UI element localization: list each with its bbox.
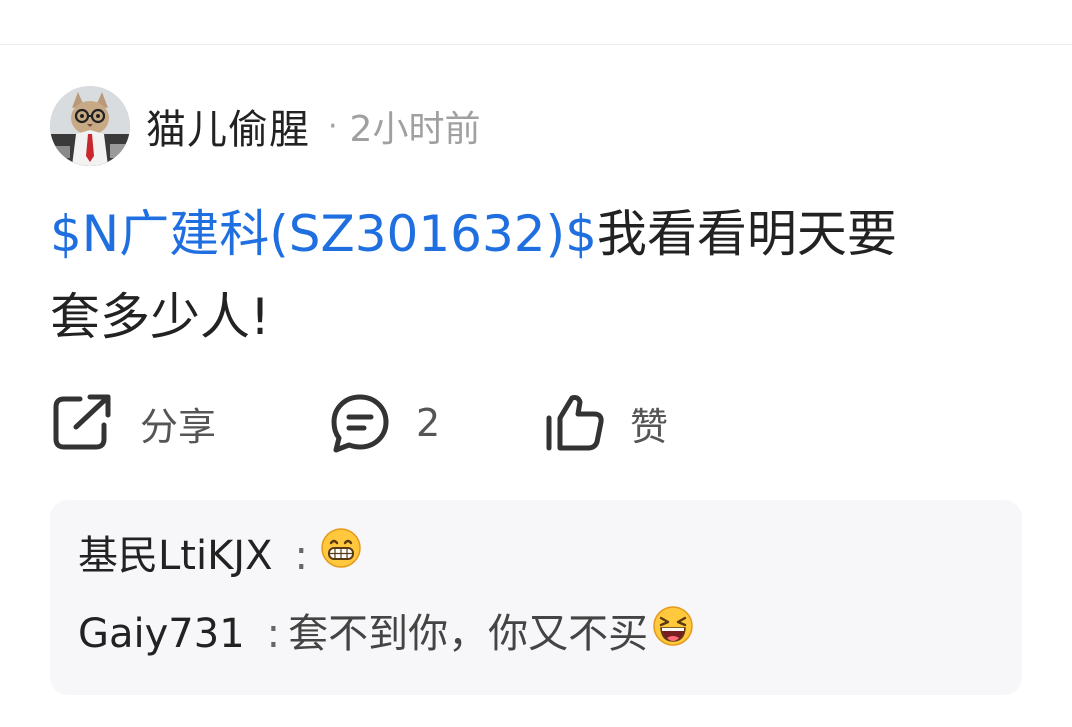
post-text-line-1: 我看看明天要 <box>596 205 897 263</box>
comment-username[interactable]: Gaiy731 <box>78 604 245 664</box>
like-button[interactable]: 赞 <box>544 390 668 456</box>
comment-colon: : <box>294 533 308 579</box>
post-content[interactable]: $N广建科(SZ301632)$我看看明天要 套多少人! <box>50 193 1010 359</box>
like-label: 赞 <box>630 404 669 449</box>
thumbs-up-icon <box>546 395 604 451</box>
top-divider <box>0 44 1072 45</box>
share-icon <box>53 394 111 450</box>
author-name[interactable]: 猫儿偷腥 <box>146 97 310 155</box>
share-label: 分享 <box>140 404 217 449</box>
action-bar: 分享 2 赞 <box>50 390 1010 456</box>
post-header: 猫儿偷腥 · 2小时前 <box>50 85 480 167</box>
post-text-line-2: 套多少人! <box>50 288 271 346</box>
comment-button[interactable]: 2 <box>328 390 440 456</box>
comment-text: 套不到你，你又不买 <box>288 611 649 657</box>
comment-username[interactable]: 基民LtiKJX <box>78 526 273 586</box>
separator-dot: · <box>328 108 338 144</box>
stock-tag-link[interactable]: $N广建科(SZ301632)$ <box>50 205 597 263</box>
comment-count: 2 <box>416 401 441 445</box>
comment-colon: : <box>266 611 281 657</box>
grinning-face-icon <box>320 526 362 586</box>
comment-item[interactable]: 基民LtiKJX : <box>78 526 362 586</box>
comment-bubble-icon <box>331 394 389 453</box>
comments-preview[interactable]: 基民LtiKJX : Gaiy731 : 套不到你，你又不买 <box>50 500 1022 695</box>
comment-item[interactable]: Gaiy731 : 套不到你，你又不买 <box>78 604 694 664</box>
share-button[interactable]: 分享 <box>50 390 216 456</box>
cat-avatar-icon <box>50 86 130 166</box>
avatar[interactable] <box>50 86 130 166</box>
post-timestamp: 2小时前 <box>349 109 481 150</box>
laughing-face-icon <box>652 604 694 664</box>
